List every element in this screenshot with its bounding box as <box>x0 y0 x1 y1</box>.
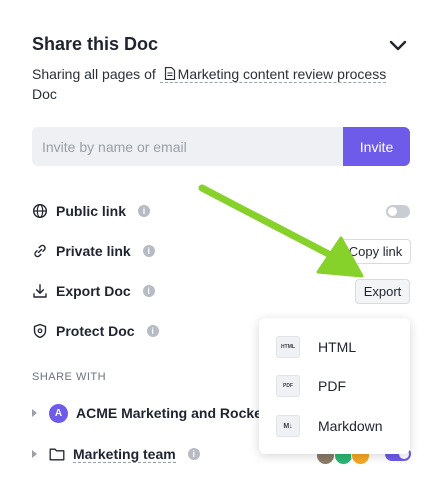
workspace-name: ACME Marketing and Rocke <box>76 405 262 421</box>
export-menu: HTML HTML PDF PDF M↓ Markdown <box>259 318 410 454</box>
info-icon[interactable]: i <box>187 448 200 460</box>
folder-icon <box>49 448 65 461</box>
export-doc-label: Export Doc <box>56 283 131 299</box>
menu-item-label: HTML <box>318 339 357 355</box>
public-link-toggle[interactable] <box>386 205 410 218</box>
panel-title: Share this Doc <box>32 34 159 54</box>
download-icon <box>33 284 47 298</box>
export-markdown-item[interactable]: M↓ Markdown <box>259 407 410 445</box>
info-icon[interactable]: i <box>142 285 155 297</box>
menu-item-label: Markdown <box>318 418 383 434</box>
public-link-label: Public link <box>56 203 127 219</box>
protect-doc-label: Protect Doc <box>56 323 135 339</box>
protect-doc-row[interactable]: Protect Doc i <box>32 320 159 342</box>
chevron-down-icon[interactable] <box>388 38 408 54</box>
share-entry-workspace[interactable]: A ACME Marketing and Rocke <box>32 402 262 424</box>
public-link-row[interactable]: Public link i <box>32 200 151 222</box>
markdown-file-icon: M↓ <box>276 415 300 437</box>
annotation-arrow <box>198 184 364 278</box>
sharing-prefix: Sharing all pages of <box>32 66 156 82</box>
info-icon[interactable]: i <box>142 245 155 257</box>
expand-caret-icon[interactable] <box>32 450 37 458</box>
sharing-description: Sharing all pages of Marketing content r… <box>32 64 412 104</box>
invite-field[interactable] <box>32 127 343 166</box>
share-with-heading: SHARE WITH <box>32 371 107 383</box>
share-entry-team[interactable]: Marketing team i <box>32 443 200 465</box>
expand-caret-icon[interactable] <box>32 409 37 417</box>
pdf-file-icon: PDF <box>276 375 300 397</box>
globe-icon <box>32 203 48 219</box>
private-link-row: Private link i <box>32 240 155 262</box>
shield-icon <box>33 323 47 339</box>
export-html-item[interactable]: HTML HTML <box>259 328 410 366</box>
doc-suffix: Doc <box>32 86 57 102</box>
private-link-label: Private link <box>56 243 131 259</box>
doc-name: Marketing content review process <box>177 66 387 82</box>
export-pdf-item[interactable]: PDF PDF <box>259 367 410 405</box>
info-icon[interactable]: i <box>138 205 151 217</box>
team-name[interactable]: Marketing team <box>73 446 176 463</box>
invite-input[interactable] <box>32 127 342 166</box>
export-doc-row: Export Doc i <box>32 280 155 302</box>
document-icon <box>164 67 175 80</box>
info-icon[interactable]: i <box>146 325 159 337</box>
menu-item-label: PDF <box>318 378 346 394</box>
invite-button[interactable]: Invite <box>343 127 410 166</box>
avatar: A <box>49 403 68 423</box>
link-icon <box>34 244 46 258</box>
doc-link[interactable]: Marketing content review process <box>159 66 387 83</box>
html-file-icon: HTML <box>276 336 300 358</box>
